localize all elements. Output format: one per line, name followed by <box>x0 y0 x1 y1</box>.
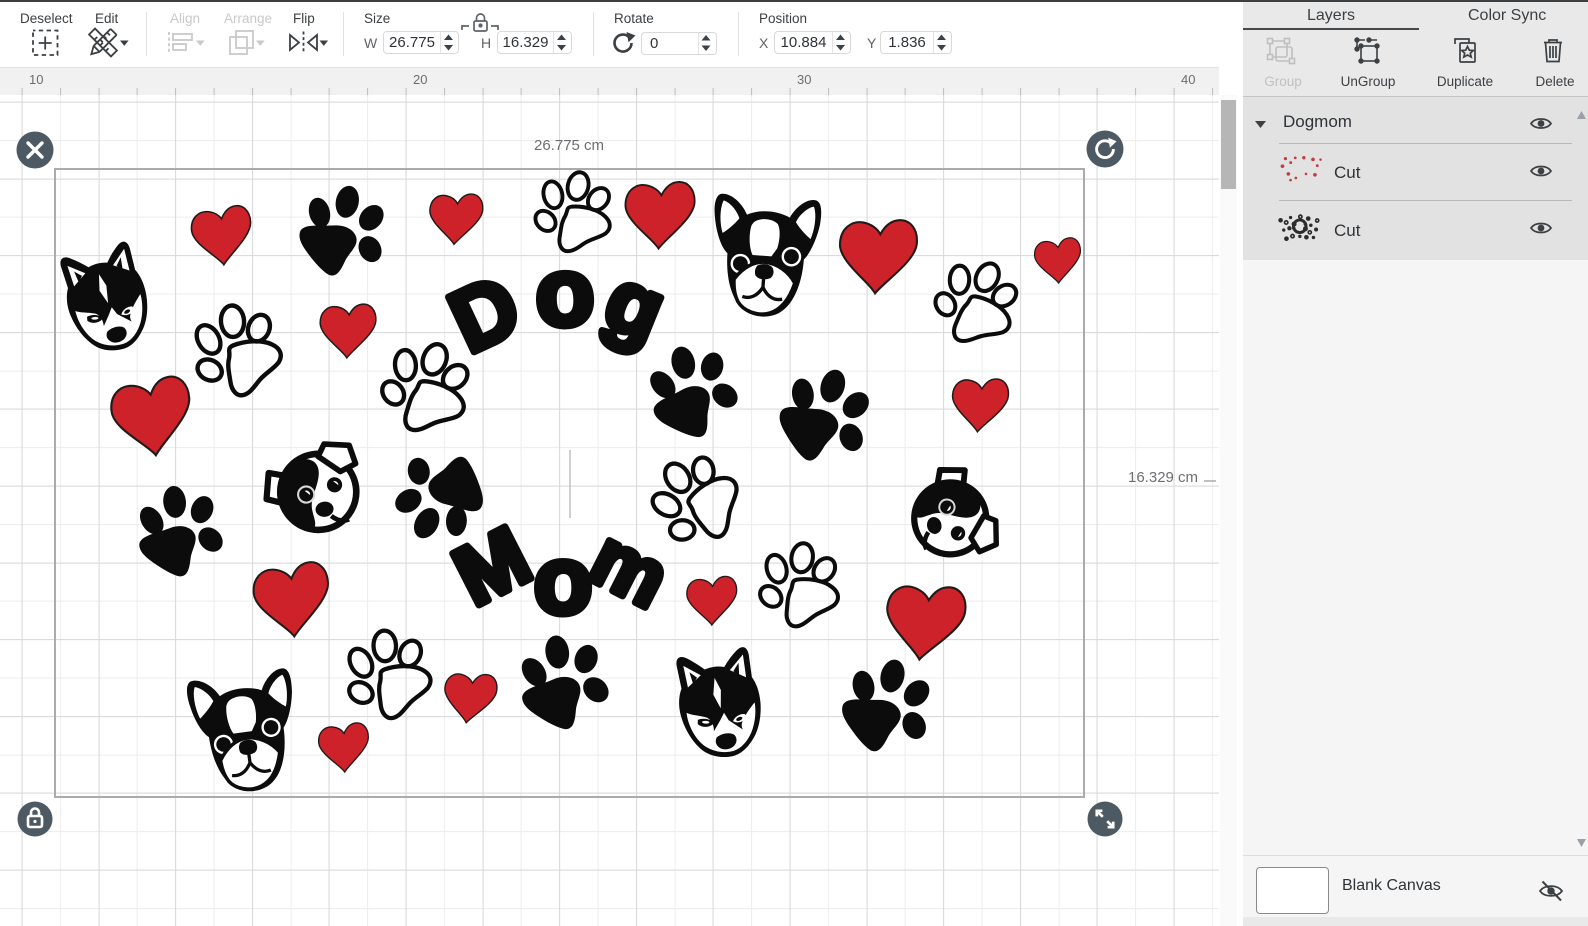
svg-text:D: D <box>435 255 534 372</box>
svg-text:g: g <box>592 249 679 361</box>
svg-text:o: o <box>534 238 596 347</box>
svg-text:m: m <box>577 512 683 626</box>
